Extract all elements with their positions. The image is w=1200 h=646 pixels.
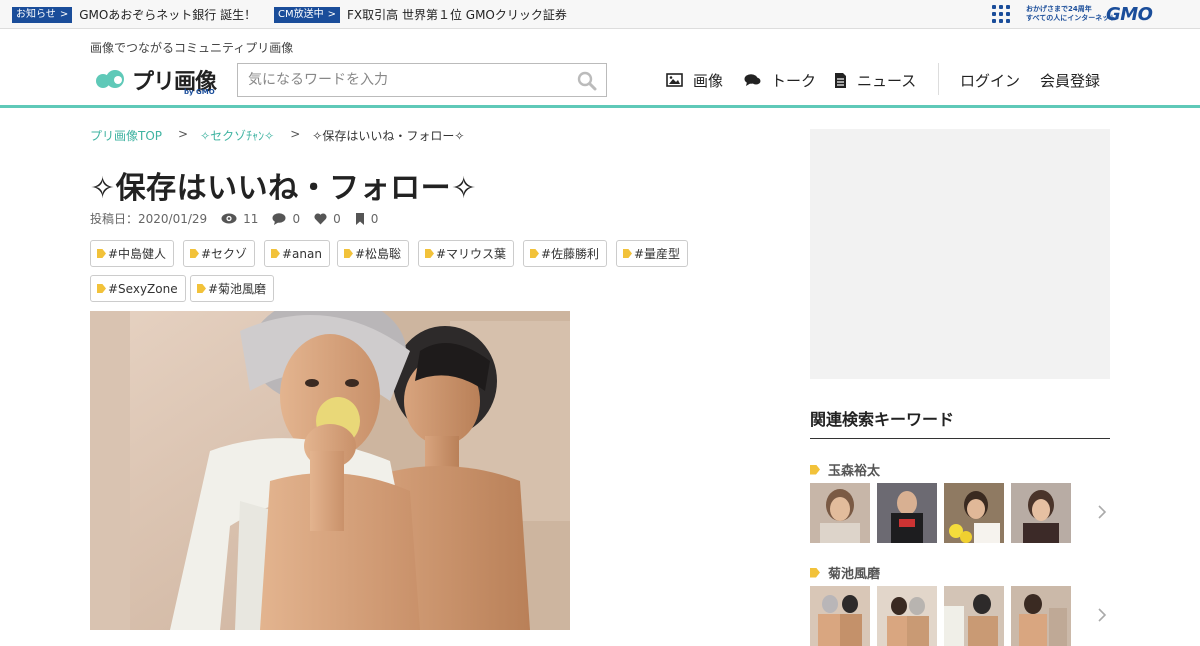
tag-chip[interactable]: #中島健人 (90, 240, 175, 267)
comment-count: 0 (272, 212, 300, 226)
notice-text: GMOあおぞらネット銀行 誕生！ (79, 8, 257, 22)
comment-icon (272, 212, 286, 225)
notice-badge: お知らせ > (12, 6, 73, 23)
tag-icon (197, 284, 206, 293)
bookmark-count: 0 (355, 212, 378, 226)
eye-icon (221, 213, 237, 224)
nav-talk[interactable]: トーク (744, 68, 816, 92)
post-date: 投稿日：2020/01/29 (90, 212, 208, 226)
search-box (237, 63, 607, 97)
tag-chip[interactable]: #セクゾ (183, 240, 256, 267)
login-link[interactable]: ログイン (960, 68, 1020, 92)
keyword-thumbnail[interactable] (1011, 483, 1071, 543)
logo-by-gmo: by GMO (184, 88, 215, 96)
cm-text: FX取引高 世界第１位 GMOクリック証券 (347, 8, 567, 22)
nav-news-label: ニュース (857, 71, 917, 90)
image-icon (666, 73, 683, 87)
register-link[interactable]: 会員登録 (1040, 68, 1100, 92)
nav-news[interactable]: ニュース (834, 68, 916, 92)
tag-icon (190, 249, 199, 258)
nav-talk-label: トーク (771, 71, 817, 90)
page-title: ✧保存はいいね・フォロー✧ (90, 171, 477, 206)
gmo-logo[interactable]: GMO (1106, 4, 1153, 25)
breadcrumb-top[interactable]: プリ画像TOP (90, 127, 162, 144)
tag-chip[interactable]: #SexyZone (90, 275, 186, 302)
tag-icon (810, 567, 820, 578)
keyword-thumbnail[interactable] (810, 586, 870, 646)
breadcrumb-current: ✧保存はいいね・フォロー✧ (312, 129, 465, 143)
tag-icon (344, 249, 353, 258)
site-tagline: 画像でつながるコミュニティプリ画像 (90, 41, 294, 55)
tag-icon (97, 249, 106, 258)
post-meta: 投稿日：2020/01/29 11 0 0 0 (90, 210, 392, 227)
nav-images[interactable]: 画像 (666, 68, 723, 92)
tag-icon (810, 464, 820, 475)
breadcrumb-separator: > (178, 127, 189, 141)
tag-chip[interactable]: #anan (264, 240, 330, 267)
heading-divider (810, 438, 1110, 439)
bookmark-icon (355, 212, 364, 225)
gmo-topbar: お知らせ > GMOあおぞらネット銀行 誕生！ CM放送中 > FX取引高 世界第１… (0, 0, 1200, 29)
tag-icon (623, 249, 632, 258)
search-icon[interactable] (577, 71, 597, 91)
tag-chip[interactable]: #佐藤勝利 (523, 240, 608, 267)
breadcrumb-category[interactable]: ✧セクゾﾁｬﾝ✧ (200, 127, 274, 144)
gmo-apps-grid-icon[interactable] (992, 5, 1010, 23)
tag-chip[interactable]: #量産型 (616, 240, 689, 267)
keyword-link[interactable]: 玉森裕太 (810, 460, 880, 479)
tag-chip[interactable]: #マリウス葉 (418, 240, 515, 267)
search-input[interactable] (238, 64, 568, 96)
keyword-thumbnail[interactable] (944, 586, 1004, 646)
site-logo[interactable]: プリ画像 by GMO (96, 64, 217, 96)
site-header: 画像でつながるコミュニティプリ画像 プリ画像 by GMO 画像 トーク (0, 30, 1200, 108)
gmo-anniversary-tagline: おかげさまで24周年 すべての人にインターネット (1026, 5, 1117, 22)
talk-bubble-icon (744, 74, 761, 86)
keyword-thumbnail[interactable] (1011, 586, 1071, 646)
tag-icon (271, 249, 280, 258)
news-document-icon (835, 72, 846, 88)
ad-slot (810, 129, 1110, 379)
keyword-thumbnail[interactable] (810, 483, 870, 543)
chevron-right-icon[interactable] (1096, 608, 1108, 622)
heart-icon (314, 213, 327, 224)
cm-link[interactable]: CM放送中 > FX取引高 世界第１位 GMOクリック証券 (274, 6, 567, 23)
tag-icon (425, 249, 434, 258)
tag-chip[interactable]: #菊池風磨 (190, 275, 275, 302)
post-image[interactable] (90, 311, 570, 630)
chevron-right-icon[interactable] (1096, 505, 1108, 519)
related-keywords-heading: 関連検索キーワード (810, 410, 955, 429)
breadcrumb-separator: > (290, 127, 301, 141)
tag-icon (530, 249, 539, 258)
logo-mark-icon (96, 70, 130, 90)
keyword-link[interactable]: 菊池風磨 (810, 563, 880, 582)
breadcrumb: プリ画像TOP > ✧セクゾﾁｬﾝ✧ > ✧保存はいいね・フォロー✧ (90, 127, 464, 144)
cm-badge: CM放送中 > (274, 6, 341, 23)
notice-link[interactable]: お知らせ > GMOあおぞらネット銀行 誕生！ (12, 6, 256, 23)
view-count: 11 (221, 212, 258, 226)
nav-images-label: 画像 (693, 71, 724, 90)
keyword-thumbnail[interactable] (944, 483, 1004, 543)
keyword-thumbnail[interactable] (877, 586, 937, 646)
nav-divider (938, 63, 939, 95)
tag-icon (97, 284, 106, 293)
tag-chip[interactable]: #松島聡 (337, 240, 410, 267)
like-count: 0 (314, 212, 341, 226)
keyword-thumbnail[interactable] (877, 483, 937, 543)
